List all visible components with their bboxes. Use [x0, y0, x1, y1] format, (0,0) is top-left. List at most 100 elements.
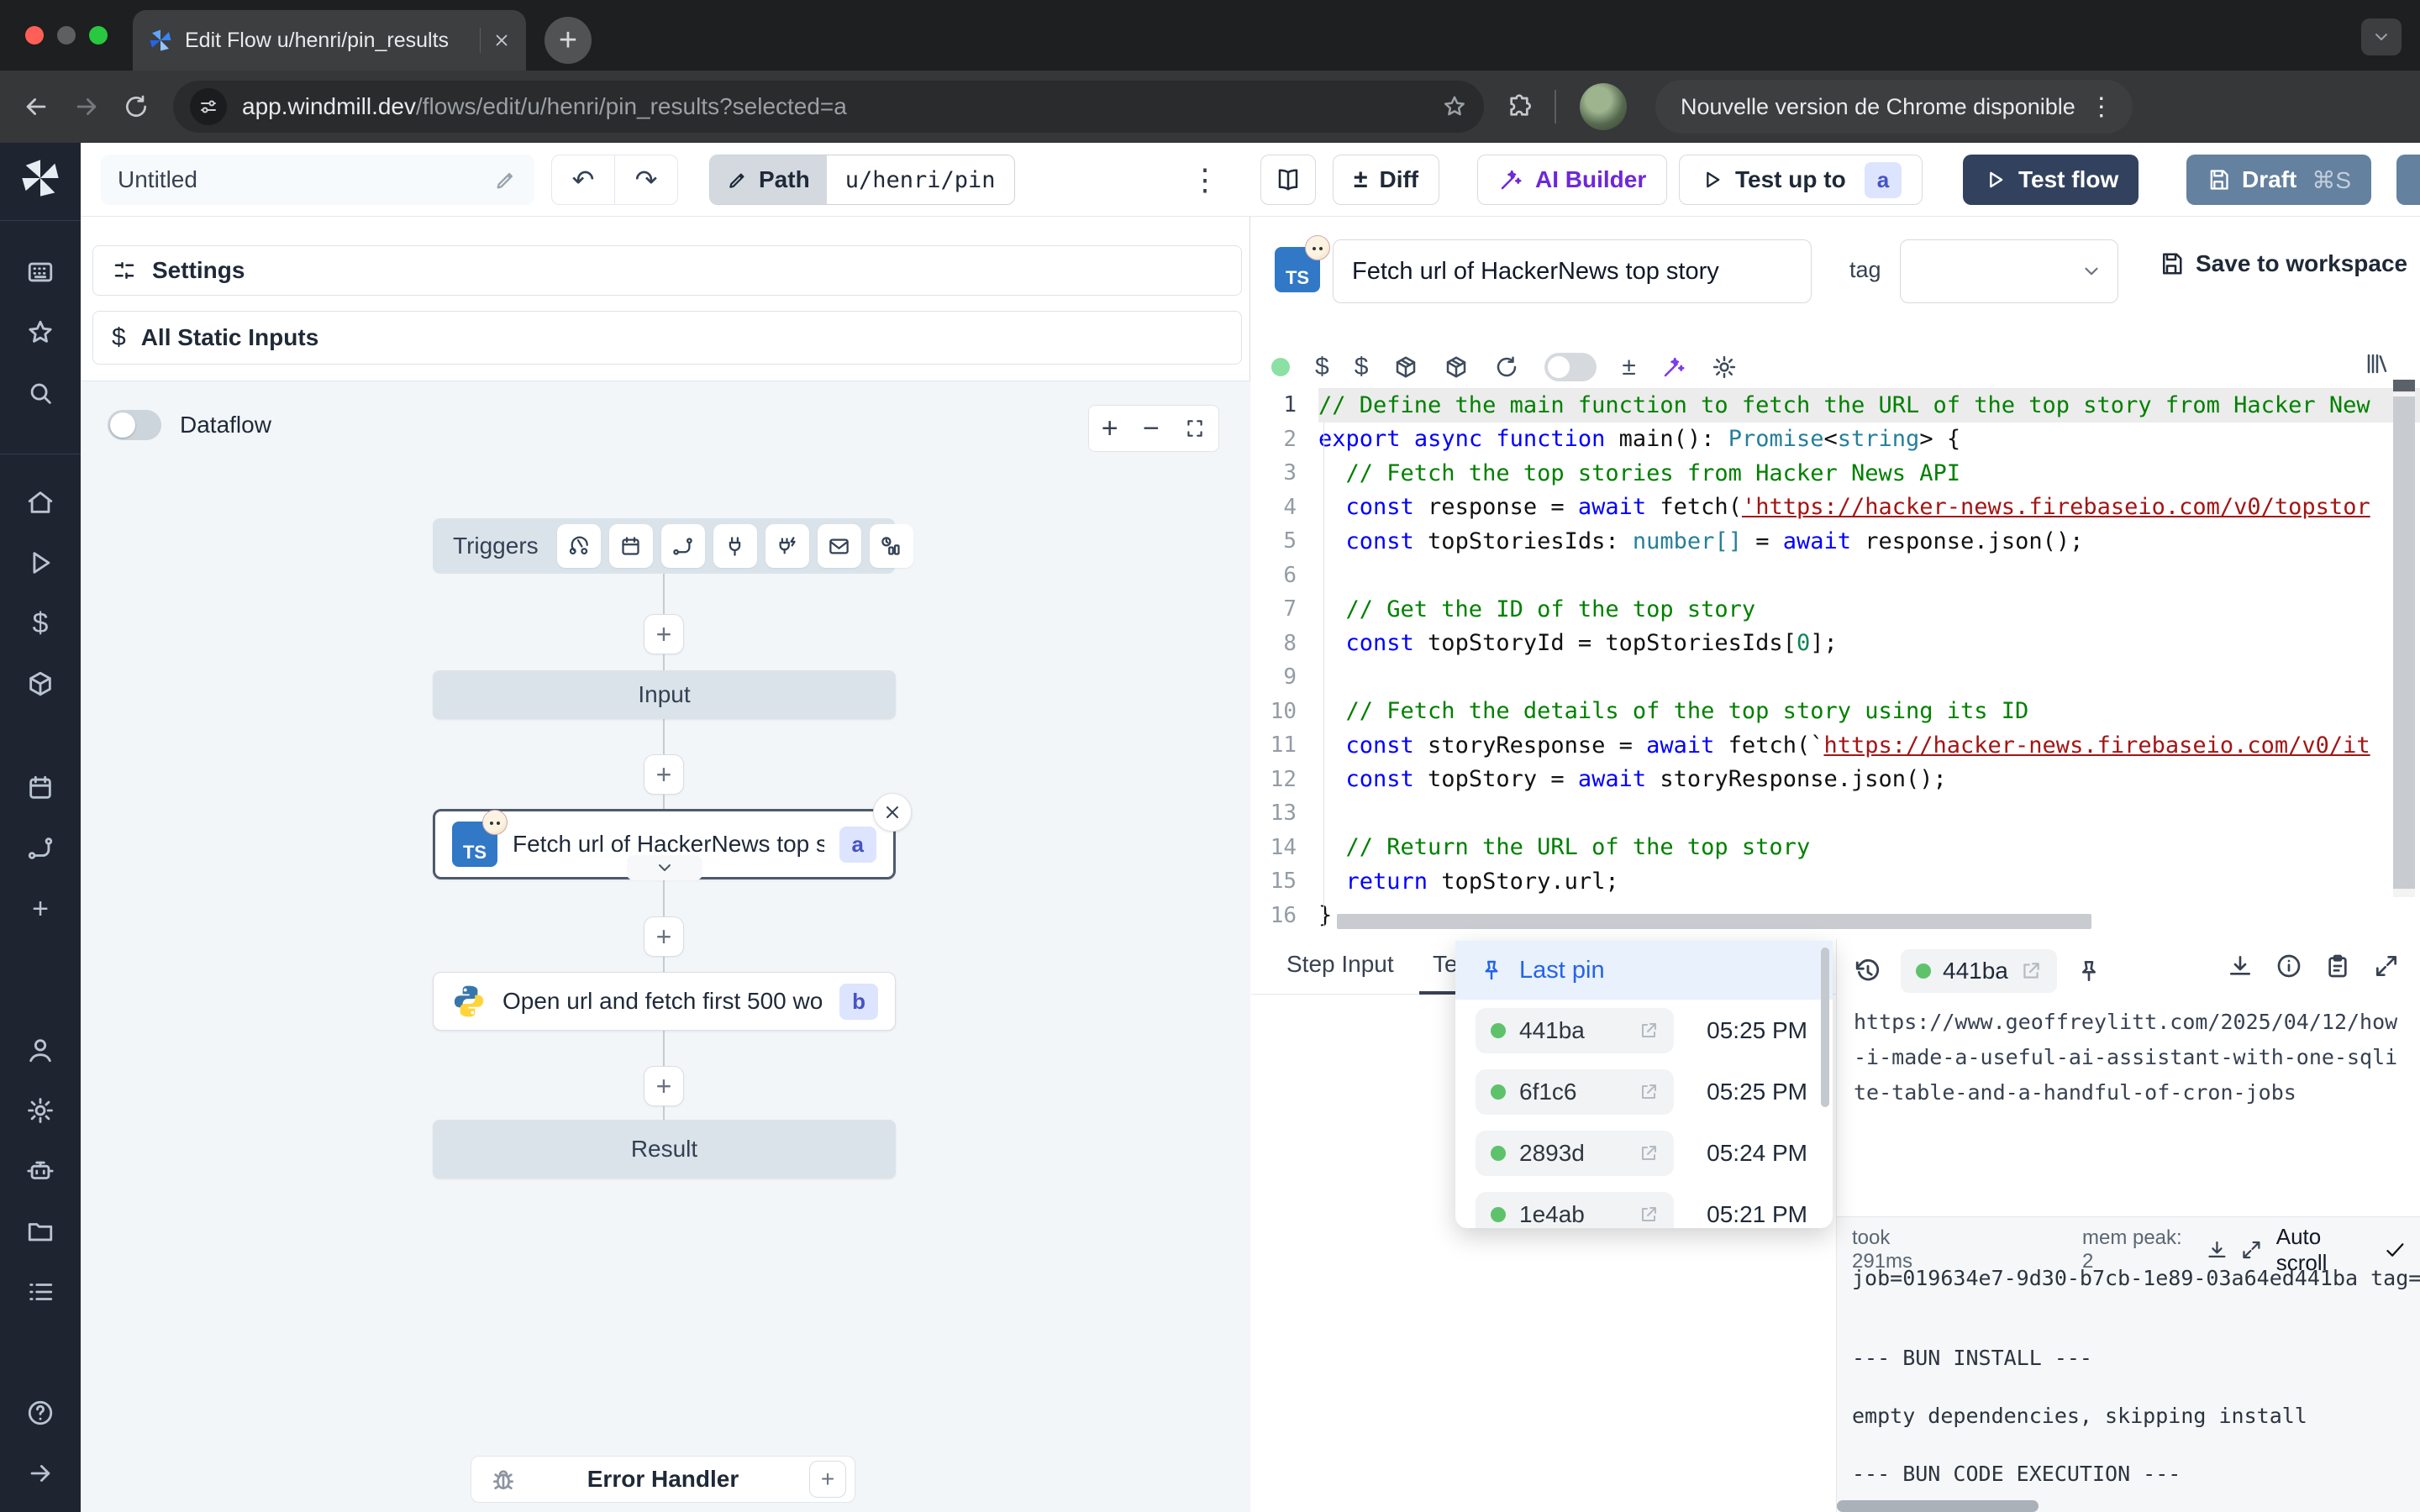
tab-search-chevron-button[interactable]	[2361, 18, 2402, 55]
download-icon[interactable]	[2227, 953, 2254, 979]
more-options-kebab[interactable]: ⋮	[1188, 155, 1222, 205]
maximize-window-button[interactable]	[89, 26, 108, 45]
plug-icon[interactable]	[713, 524, 757, 568]
code-line[interactable]: 3 // Fetch the top stories from Hacker N…	[1251, 456, 2420, 491]
logs-horizontal-scrollbar[interactable]	[1837, 1500, 2039, 1512]
expand-logs-icon[interactable]	[2240, 1238, 2263, 1262]
address-bar[interactable]: app.windmill.dev/flows/edit/u/henri/pin_…	[173, 81, 1484, 133]
settings-gear-icon[interactable]	[18, 1089, 62, 1132]
docs-book-button[interactable]	[1260, 155, 1316, 205]
edit-pencil-icon[interactable]	[494, 168, 518, 192]
run-id-pill[interactable]: 6f1c6	[1476, 1069, 1674, 1115]
external-link-icon[interactable]	[2020, 960, 2042, 982]
package-icon[interactable]	[1393, 354, 1418, 380]
mail-icon[interactable]	[818, 524, 861, 568]
code-line[interactable]: 5 const topStoriesIds: number[] = await …	[1251, 524, 2420, 559]
fit-view-icon[interactable]	[1184, 417, 1206, 439]
external-link-icon[interactable]	[1639, 1021, 1659, 1041]
library-icon[interactable]	[2365, 351, 2390, 376]
flow-name-field[interactable]: Untitled	[101, 155, 534, 205]
workers-icon[interactable]	[18, 1149, 62, 1193]
gear-icon[interactable]	[1712, 354, 1737, 380]
dataflow-toggle[interactable]	[108, 410, 161, 440]
refresh-icon[interactable]	[1494, 354, 1519, 380]
run-badge[interactable]: 441ba	[1901, 949, 2057, 993]
external-link-icon[interactable]	[1639, 1143, 1659, 1163]
pin-history-item[interactable]: 441ba05:25 PM	[1455, 1000, 1833, 1061]
bookmark-star-icon[interactable]	[1442, 94, 1467, 119]
back-icon[interactable]	[22, 92, 50, 121]
code-line[interactable]: 11 const storyResponse = await fetch(`ht…	[1251, 728, 2420, 763]
zoom-in-button[interactable]: +	[1102, 412, 1118, 445]
triggers-node[interactable]: Triggers	[433, 518, 895, 574]
dollar-icon[interactable]: $	[1315, 353, 1329, 381]
step-name-input[interactable]	[1333, 239, 1812, 303]
pin-history-item[interactable]: 6f1c605:25 PM	[1455, 1061, 1833, 1122]
redo-button[interactable]: ↷	[615, 164, 677, 196]
ai-builder-button[interactable]: AI Builder	[1477, 155, 1667, 205]
webhook-icon[interactable]	[557, 524, 601, 568]
download-logs-icon[interactable]	[2206, 1238, 2228, 1262]
tab-test-this-step[interactable]: Te	[1433, 951, 1456, 978]
site-settings-icon[interactable]	[190, 88, 227, 125]
code-line[interactable]: 8 const topStoryId = topStoriesIds[0];	[1251, 627, 2420, 661]
step-node-a[interactable]: TS Fetch url of HackerNews top story a	[433, 809, 896, 879]
diff-button[interactable]: ± Diff	[1333, 155, 1439, 205]
code-line[interactable]: 6	[1251, 559, 2420, 593]
extensions-puzzle-icon[interactable]	[1506, 93, 1533, 120]
zoom-out-button[interactable]: −	[1143, 412, 1160, 445]
check-icon[interactable]	[2384, 1238, 2407, 1262]
deploy-button[interactable]: Deploy	[2396, 155, 2420, 205]
wand-icon[interactable]	[1661, 354, 1686, 380]
expand-icon[interactable]	[2373, 953, 2400, 979]
external-link-icon[interactable]	[1639, 1082, 1659, 1102]
plus-icon[interactable]: +	[18, 887, 62, 931]
draft-button[interactable]: Draft ⌘S	[2186, 155, 2371, 205]
dollar-icon[interactable]: $	[1355, 353, 1369, 381]
plug-bolt-icon[interactable]	[765, 524, 809, 568]
run-id-pill[interactable]: 441ba	[1476, 1008, 1674, 1053]
code-line[interactable]: 13	[1251, 796, 2420, 831]
schedules-icon[interactable]	[18, 766, 62, 810]
poll-icon[interactable]	[870, 524, 913, 568]
path-toggle[interactable]: Path	[710, 155, 827, 205]
profile-avatar[interactable]	[1580, 83, 1627, 130]
all-static-inputs-row[interactable]: $ All Static Inputs	[92, 311, 1242, 365]
new-tab-button[interactable]: +	[544, 17, 592, 64]
chrome-update-button[interactable]: Nouvelle version de Chrome disponible ⋮	[1655, 80, 2133, 134]
info-icon[interactable]	[2275, 953, 2302, 979]
pin-icon[interactable]	[2075, 958, 2102, 984]
add-error-handler-button[interactable]: +	[809, 1461, 846, 1498]
tab-close-icon[interactable]	[492, 31, 511, 50]
plusminus-icon[interactable]: ±	[1622, 353, 1635, 381]
logs-list-icon[interactable]	[18, 1270, 62, 1314]
expand-step-chevron[interactable]	[627, 855, 702, 880]
reload-icon[interactable]	[123, 93, 150, 120]
error-handler-node[interactable]: Error Handler +	[471, 1456, 855, 1503]
add-step-button[interactable]: +	[644, 754, 684, 795]
path-value[interactable]: u/henri/pin	[827, 155, 1014, 205]
home-icon[interactable]	[18, 480, 62, 524]
browser-menu-kebab-icon[interactable]: ⋮	[2089, 92, 2114, 122]
resources-icon[interactable]	[18, 662, 62, 706]
settings-row[interactable]: Settings	[92, 245, 1242, 296]
editor-vertical-scrollbar[interactable]	[2393, 393, 2415, 897]
folders-icon[interactable]	[18, 1210, 62, 1253]
code-line[interactable]: 9	[1251, 660, 2420, 695]
path-control[interactable]: Path u/henri/pin	[709, 155, 1015, 205]
windmill-logo[interactable]	[18, 156, 62, 200]
routes-icon[interactable]	[18, 827, 62, 870]
code-line[interactable]: 7 // Get the ID of the top story	[1251, 592, 2420, 627]
add-step-button[interactable]: +	[644, 1066, 684, 1106]
star-icon[interactable]	[18, 311, 62, 354]
minimize-window-button[interactable]	[57, 26, 76, 45]
step-node-b[interactable]: Open url and fetch first 500 words of ..…	[433, 972, 896, 1031]
code-editor[interactable]: 1// Define the main function to fetch th…	[1251, 388, 2420, 939]
add-step-button[interactable]: +	[644, 916, 684, 957]
user-icon[interactable]	[18, 1028, 62, 1072]
input-node[interactable]: Input	[433, 670, 896, 719]
browser-tab[interactable]: Edit Flow u/henri/pin_results	[133, 10, 526, 71]
flow-canvas[interactable]: Dataflow + − Triggers + Input + TS Fetch…	[81, 381, 1250, 1512]
test-flow-button[interactable]: Test flow	[1963, 155, 2139, 205]
add-step-button[interactable]: +	[644, 614, 684, 654]
